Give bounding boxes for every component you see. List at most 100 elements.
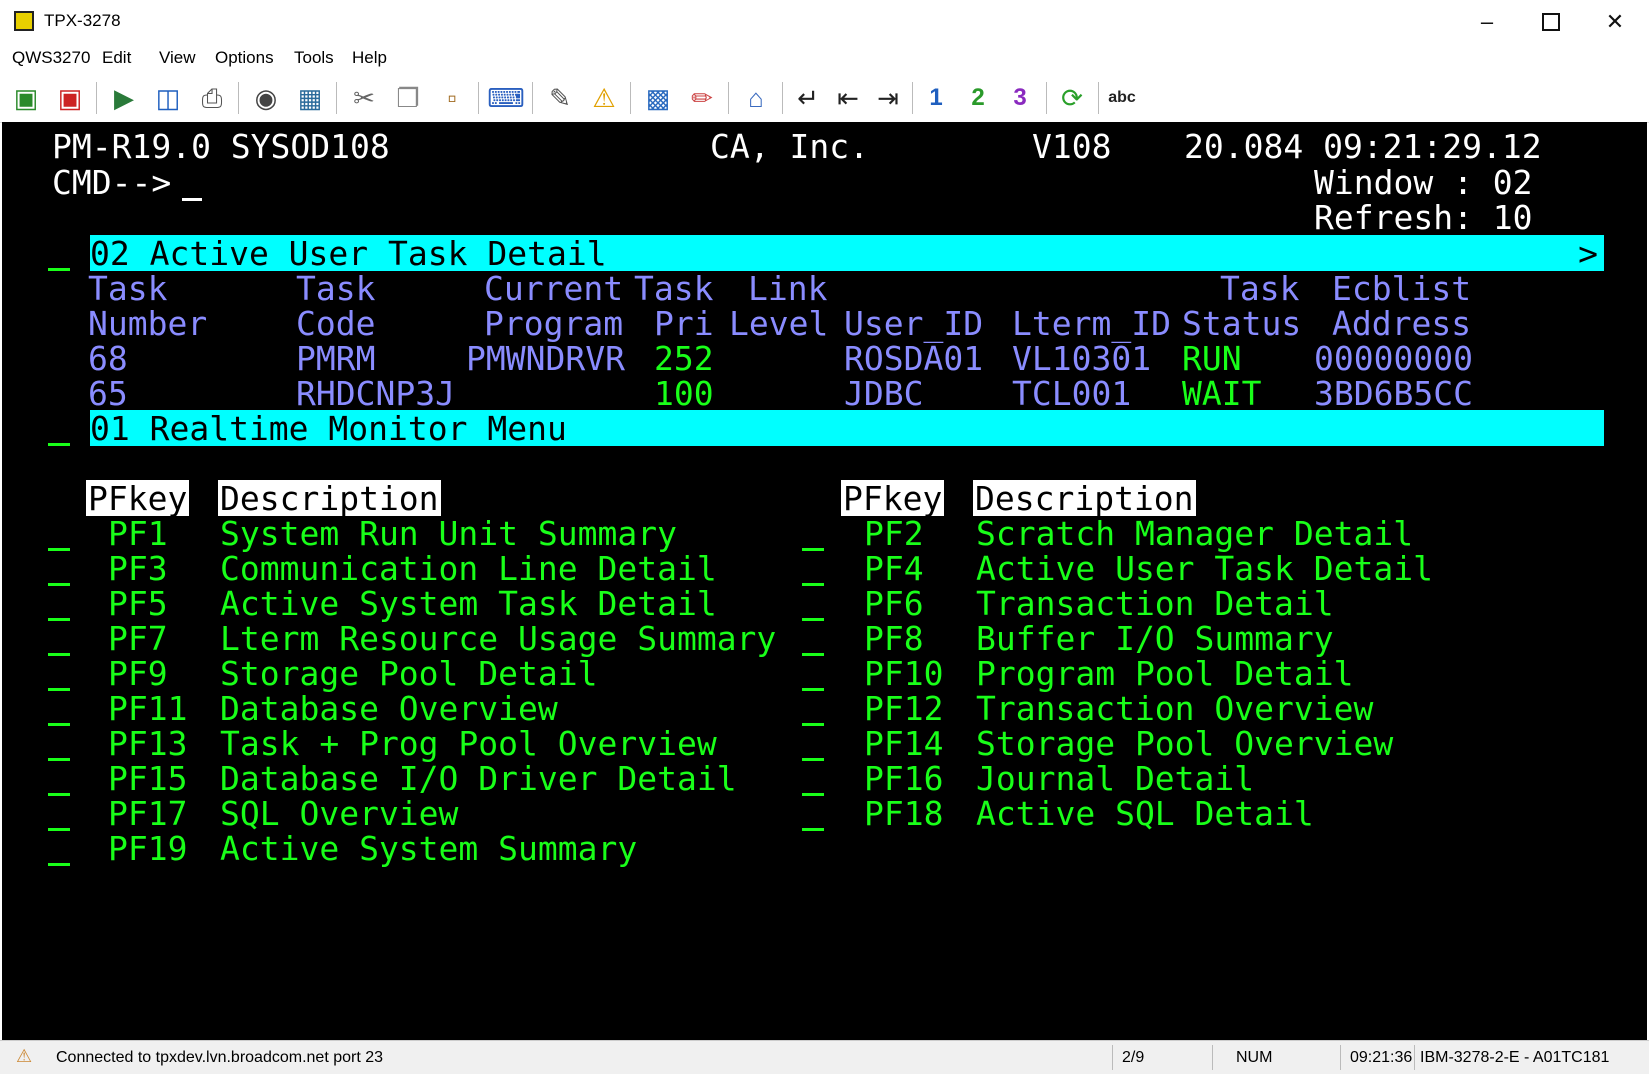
maximize-button[interactable] [1522,6,1580,38]
pf6-select-field[interactable] [802,618,824,621]
toolbar: ▣ ▣ ▶ ◫ ⎙ ◉ ▦ ✂ ❐ ▫ ⌨ ✎ ⚠ ▩ ✏ ⌂ ↵ ⇤ ⇥ 1 … [0,74,1649,123]
pf7-select-field[interactable] [48,653,70,656]
monitor-icon[interactable]: ▩ [640,80,676,116]
pf11-select-field[interactable] [48,723,70,726]
camera-icon[interactable]: ◉ [248,80,284,116]
pf8-desc[interactable]: Buffer I/O Summary [976,620,1334,657]
terminal-screen[interactable]: PM-R19.0 SYSOD108 CA, Inc. V108 20.084 0… [2,122,1647,1040]
pf5-key: PF5 [108,584,168,623]
menu-tools[interactable]: Tools [294,48,334,68]
pf5-desc[interactable]: Active System Task Detail [220,585,717,622]
enter-icon[interactable]: ↵ [790,80,826,116]
backtab-icon[interactable]: ⇤ [830,80,866,116]
pa2-icon[interactable]: 2 [960,80,996,116]
pf4-desc[interactable]: Active User Task Detail [976,550,1433,587]
window-label: Window : 02 [1314,163,1533,202]
pf3-desc[interactable]: Communication Line Detail [220,550,717,587]
pf19-desc[interactable]: Active System Summary [220,830,637,867]
menu-help[interactable]: Help [352,48,387,68]
description-header-left: Description [218,479,441,518]
pf11-desc[interactable]: Database Overview [220,690,558,727]
title-bar: TPX-3278 – ✕ [0,0,1649,44]
pf2-desc[interactable]: Scratch Manager Detail [976,515,1413,552]
refresh-icon[interactable]: ⟳ [1054,80,1090,116]
tpx-app-icon[interactable] [14,11,34,31]
connection-status-icon: ⚠ [16,1046,33,1066]
copy-icon[interactable]: ❐ [390,80,426,116]
print-icon[interactable]: ⎙ [194,80,230,116]
col-task-number-line1: Task [88,269,168,308]
pf17-key: PF17 [108,794,188,833]
pf12-desc[interactable]: Transaction Overview [976,690,1373,727]
pf15-select-field[interactable] [48,793,70,796]
col-ecblist-line1: Ecblist [1332,269,1472,308]
warning-icon[interactable]: ⚠ [586,80,622,116]
pf14-select-field[interactable] [802,758,824,761]
menu-options[interactable]: Options [215,48,274,68]
pf16-select-field[interactable] [802,793,824,796]
pf18-desc[interactable]: Active SQL Detail [976,795,1314,832]
section1-more-indicator[interactable]: > [1578,235,1598,272]
task-row-1-pri: 252 [654,339,714,378]
screen-save-icon[interactable]: ◫ [150,80,186,116]
section1-select-field[interactable] [48,268,70,271]
disconnect-icon[interactable]: ▣ [52,80,88,116]
section2-bar[interactable]: 01 Realtime Monitor Menu [90,410,1604,447]
home-icon[interactable]: ⌂ [738,80,774,116]
pf17-desc[interactable]: SQL Overview [220,795,458,832]
spell-label: abc [1108,89,1136,106]
menu-view[interactable]: View [159,48,196,68]
menu-edit[interactable]: Edit [102,48,131,68]
pf4-select-field[interactable] [802,583,824,586]
cut-icon[interactable]: ✂ [346,80,382,116]
play-macro-icon[interactable]: ▶ [106,80,142,116]
section1-bar[interactable]: 02 Active User Task Detail > [90,235,1604,272]
terminal-type: IBM-3278-2-E - A01TC181 [1420,1049,1610,1066]
menu-qws3270[interactable]: QWS3270 [12,48,90,68]
spellcheck-icon[interactable]: abc [1104,80,1140,116]
pf13-desc[interactable]: Task + Prog Pool Overview [220,725,717,762]
pf1-select-field[interactable] [48,548,70,551]
pf6-desc[interactable]: Transaction Detail [976,585,1334,622]
description-header-right: Description [973,479,1196,518]
pf8-select-field[interactable] [802,653,824,656]
pf9-select-field[interactable] [48,688,70,691]
edit-icon[interactable]: ✎ [542,80,578,116]
pf7-desc[interactable]: Lterm Resource Usage Summary [220,620,776,657]
version-label: V108 [1032,127,1112,166]
section2-select-field[interactable] [48,443,70,446]
pf17-select-field[interactable] [48,828,70,831]
pf18-select-field[interactable] [802,828,824,831]
pf19-key: PF19 [108,829,188,868]
pf1-desc[interactable]: System Run Unit Summary [220,515,677,552]
connect-icon[interactable]: ▣ [8,80,44,116]
pf5-select-field[interactable] [48,618,70,621]
copy-screen-icon[interactable]: ▦ [292,80,328,116]
num-lock-indicator: NUM [1236,1049,1273,1066]
close-button[interactable]: ✕ [1586,6,1644,38]
pfkey-header-left: PFkey [86,479,190,518]
keyboard-icon[interactable]: ⌨ [487,80,525,116]
pf14-desc[interactable]: Storage Pool Overview [976,725,1393,762]
pf11-key: PF11 [108,689,188,728]
pf3-select-field[interactable] [48,583,70,586]
command-input-cursor[interactable] [182,198,202,201]
minimize-button[interactable]: – [1458,6,1516,38]
pf13-select-field[interactable] [48,758,70,761]
pf16-desc[interactable]: Journal Detail [976,760,1254,797]
cmd-prompt: CMD--> [52,163,172,202]
paste-icon[interactable]: ▫ [434,80,470,116]
pf19-select-field[interactable] [48,863,70,866]
pf10-key: PF10 [864,654,944,693]
pa3-icon[interactable]: 3 [1002,80,1038,116]
tab-icon[interactable]: ⇥ [870,80,906,116]
pf10-desc[interactable]: Program Pool Detail [976,655,1354,692]
pa1-icon[interactable]: 1 [918,80,954,116]
pf9-desc[interactable]: Storage Pool Detail [220,655,598,692]
pf12-select-field[interactable] [802,723,824,726]
pf10-select-field[interactable] [802,688,824,691]
task-row-2-user: JDBC [844,374,924,413]
pf15-desc[interactable]: Database I/O Driver Detail [220,760,737,797]
eraser-icon[interactable]: ✏ [684,80,720,116]
pf2-select-field[interactable] [802,548,824,551]
